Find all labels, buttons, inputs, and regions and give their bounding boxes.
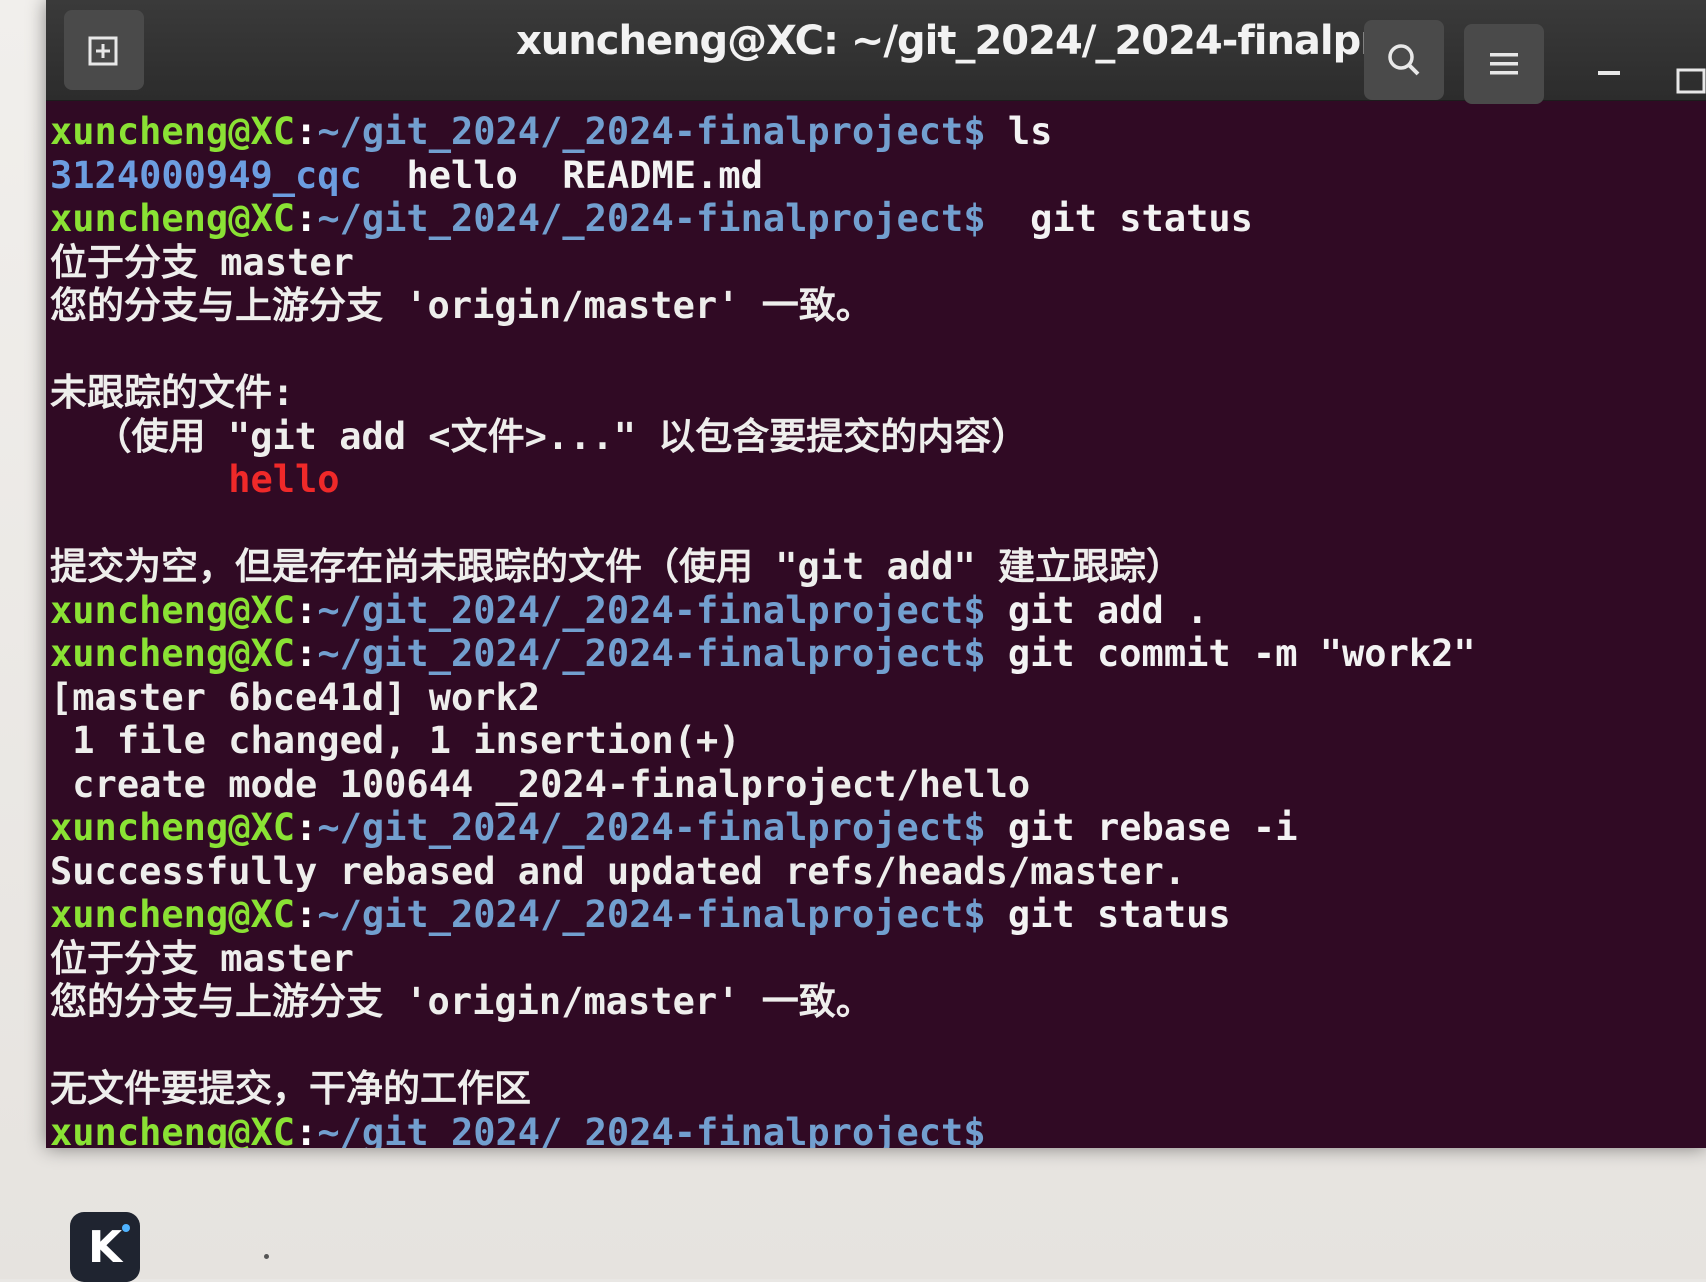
output-line: 未跟踪的文件: bbox=[50, 371, 1706, 415]
prompt-path: ~/git_2024/_2024-finalproject$ bbox=[317, 632, 986, 675]
prompt-separator: : bbox=[295, 197, 318, 240]
prompt-path: ~/git_2024/_2024-finalproject$ bbox=[317, 110, 986, 153]
desktop-background: xuncheng@XC: ~/git_2024/_2024-finalproje… bbox=[0, 0, 1706, 1282]
hamburger-menu-icon bbox=[1490, 53, 1518, 75]
prompt-user-host: xuncheng@XC bbox=[50, 632, 296, 675]
command-text: git rebase -i bbox=[985, 806, 1298, 849]
prompt-user-host: xuncheng@XC bbox=[50, 588, 296, 632]
output-text: 1 file changed, 1 insertion(+) bbox=[50, 719, 741, 762]
prompt-user-host: xuncheng@XC bbox=[50, 893, 296, 936]
search-button[interactable] bbox=[1364, 20, 1444, 100]
terminal-window: xuncheng@XC: ~/git_2024/_2024-finalproje… bbox=[46, 0, 1706, 1148]
prompt-separator: : bbox=[295, 1110, 318, 1149]
output-line: 您的分支与上游分支 'origin/master' 一致。 bbox=[50, 284, 1706, 328]
minimize-button[interactable] bbox=[1594, 58, 1624, 88]
command-text: git add . bbox=[985, 588, 1209, 632]
output-line: 1 file changed, 1 insertion(+) bbox=[50, 719, 1706, 763]
output-text: Successfully rebased and updated refs/he… bbox=[50, 849, 1187, 893]
command-text: git status bbox=[985, 197, 1253, 240]
prompt-separator: : bbox=[295, 110, 318, 153]
prompt-separator: : bbox=[295, 806, 318, 849]
prompt-path: ~/git_2024/_2024-finalproject$ bbox=[317, 1110, 986, 1149]
desktop-dot bbox=[264, 1254, 269, 1259]
file-entry: README.md bbox=[562, 153, 763, 197]
output-text: 提交为空，但是存在尚未跟踪的文件（使用 "git add" 建立跟踪） bbox=[50, 545, 1184, 588]
new-tab-button[interactable] bbox=[64, 10, 144, 90]
output-text: 您的分支与上游分支 'origin/master' 一致。 bbox=[50, 980, 873, 1023]
output-text: （使用 "git add <文件>..." 以包含要提交的内容） bbox=[50, 414, 1029, 458]
text-cursor bbox=[986, 1119, 996, 1148]
prompt-path: ~/git_2024/_2024-finalproject$ bbox=[317, 806, 986, 849]
prompt-line: xuncheng@XC:~/git_2024/_2024-finalprojec… bbox=[50, 589, 1706, 633]
output-text: [master 6bce41d] work2 bbox=[50, 675, 541, 719]
output-line: Successfully rebased and updated refs/he… bbox=[50, 850, 1706, 894]
maximize-button[interactable] bbox=[1672, 64, 1706, 94]
output-line: [master 6bce41d] work2 bbox=[50, 676, 1706, 720]
output-text: 您的分支与上游分支 'origin/master' 一致。 bbox=[50, 284, 873, 327]
output-text: 未跟踪的文件: bbox=[50, 371, 295, 414]
output-line: 无文件要提交，干净的工作区 bbox=[50, 1067, 1706, 1111]
command-text: ls bbox=[985, 110, 1053, 153]
directory-entry: 3124000949_cqc bbox=[50, 153, 362, 197]
prompt-line: xuncheng@XC:~/git_2024/_2024-finalprojec… bbox=[50, 806, 1706, 850]
output-text: 无文件要提交，干净的工作区 bbox=[50, 1067, 531, 1110]
maximize-icon bbox=[1676, 68, 1706, 94]
prompt-line: xuncheng@XC:~/git_2024/_2024-finalprojec… bbox=[50, 632, 1706, 676]
prompt-separator: : bbox=[295, 632, 318, 675]
command-text: git commit -m "work2" bbox=[985, 632, 1476, 675]
output-line: 位于分支 master bbox=[50, 241, 1706, 285]
new-tab-icon bbox=[88, 36, 118, 66]
output-line: 提交为空，但是存在尚未跟踪的文件（使用 "git add" 建立跟踪） bbox=[50, 545, 1706, 589]
minimize-icon bbox=[1598, 71, 1620, 75]
untracked-file-line: hello bbox=[50, 458, 1706, 502]
prompt-path: ~/git_2024/_2024-finalproject$ bbox=[317, 197, 986, 240]
output-text: 位于分支 master bbox=[50, 936, 354, 980]
window-title: xuncheng@XC: ~/git_2024/_2024-finalproje… bbox=[516, 18, 1376, 64]
title-bar: xuncheng@XC: ~/git_2024/_2024-finalproje… bbox=[46, 0, 1706, 104]
search-icon bbox=[1388, 44, 1420, 76]
prompt-user-host: xuncheng@XC bbox=[50, 110, 296, 153]
command-text: git status bbox=[985, 893, 1231, 936]
prompt-separator: : bbox=[295, 893, 318, 936]
output-text: create mode 100644 _2024-finalproject/he… bbox=[50, 762, 1031, 806]
prompt-user-host: xuncheng@XC bbox=[50, 1110, 296, 1149]
prompt-user-host: xuncheng@XC bbox=[50, 197, 296, 240]
prompt-separator: : bbox=[295, 588, 318, 632]
output-line: 您的分支与上游分支 'origin/master' 一致。 bbox=[50, 980, 1706, 1024]
menu-button[interactable] bbox=[1464, 24, 1544, 104]
output-line: （使用 "git add <文件>..." 以包含要提交的内容） bbox=[50, 415, 1706, 459]
prompt-path: ~/git_2024/_2024-finalproject$ bbox=[317, 588, 986, 632]
prompt-line: xuncheng@XC:~/git_2024/_2024-finalprojec… bbox=[50, 893, 1706, 937]
output-text: 位于分支 master bbox=[50, 240, 354, 284]
output-line: create mode 100644 _2024-finalproject/he… bbox=[50, 763, 1706, 807]
prompt-path: ~/git_2024/_2024-finalproject$ bbox=[317, 893, 986, 936]
terminal-output[interactable]: xuncheng@XC:~/git_2024/_2024-finalprojec… bbox=[46, 100, 1706, 1148]
prompt-line: xuncheng@XC:~/git_2024/_2024-finalprojec… bbox=[50, 110, 1706, 154]
file-entry: hello bbox=[406, 153, 518, 197]
prompt-user-host: xuncheng@XC bbox=[50, 806, 296, 849]
app-icon-letter: K bbox=[87, 1221, 123, 1273]
kimi-app-icon[interactable]: K bbox=[70, 1212, 140, 1282]
prompt-line: xuncheng@XC:~/git_2024/_2024-finalprojec… bbox=[50, 197, 1706, 241]
untracked-file-name: hello bbox=[50, 458, 340, 501]
ls-output-line: 3124000949_cqc hello README.md bbox=[50, 154, 1706, 198]
app-icon-dot bbox=[122, 1224, 130, 1232]
prompt-line: xuncheng@XC:~/git_2024/_2024-finalprojec… bbox=[50, 1111, 1706, 1149]
output-line: 位于分支 master bbox=[50, 937, 1706, 981]
